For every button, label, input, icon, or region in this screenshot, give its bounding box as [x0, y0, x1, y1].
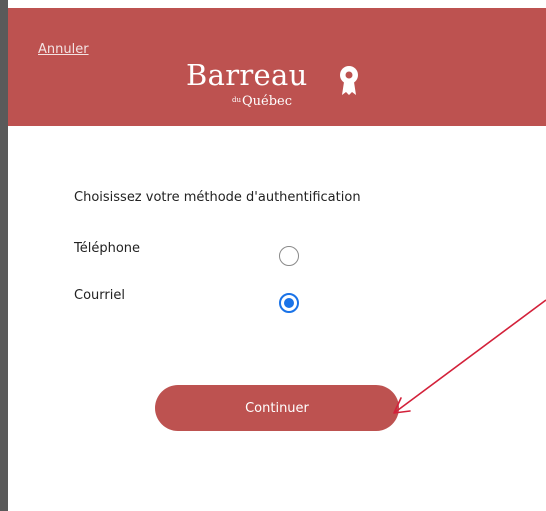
window-edge: [0, 0, 8, 511]
barreau-seal-icon: [340, 66, 358, 95]
auth-dialog: Annuler Barreau duQuébec Choisissez votr…: [0, 0, 546, 511]
logo-subtitle: duQuébec: [232, 94, 293, 109]
option-label-telephone: Téléphone: [74, 241, 141, 256]
option-label-courriel: Courriel: [74, 288, 125, 303]
radio-telephone[interactable]: [279, 246, 299, 266]
continue-button[interactable]: Continuer: [155, 385, 399, 431]
radio-courriel[interactable]: [279, 293, 299, 313]
form-panel: Choisissez votre méthode d'authentificat…: [8, 126, 546, 511]
auth-method-prompt: Choisissez votre méthode d'authentificat…: [74, 190, 361, 205]
logo-wordmark: Barreau: [186, 58, 308, 92]
header-bar: Annuler Barreau duQuébec: [8, 8, 546, 126]
cancel-link[interactable]: Annuler: [38, 42, 89, 57]
barreau-logo: Barreau duQuébec: [186, 58, 386, 118]
